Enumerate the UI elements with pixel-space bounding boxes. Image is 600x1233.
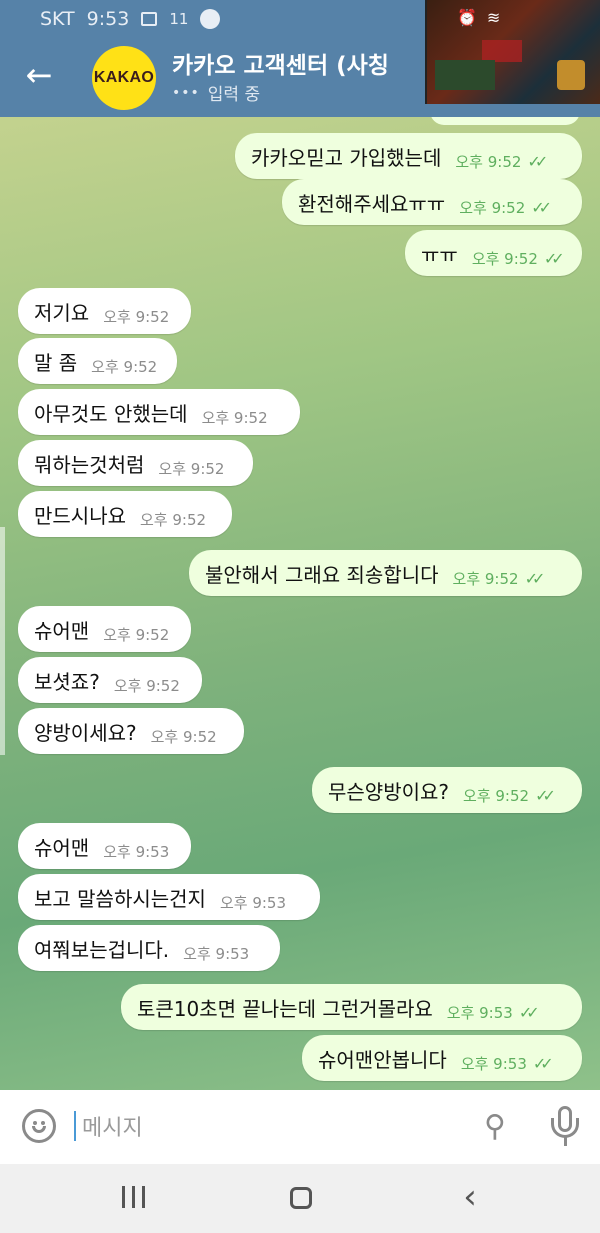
message-text: 여쭤보는겁니다. [34,937,170,962]
microphone-icon[interactable] [548,1106,582,1148]
alarm-icon: ⏰ [457,8,477,27]
message-bubble[interactable]: ㅠㅠ 오후 9:52 ✓✓ [405,230,582,276]
message-text: 슈어맨안봅니다 [318,1047,447,1072]
message-time: 오후 9:52 [452,569,519,588]
nav-back-icon[interactable]: ‹ [450,1180,490,1216]
message-time: 오후 9:53 [446,1003,513,1022]
message-text: 카카오믿고 가입했는데 [251,145,442,170]
message-text: 불안해서 그래요 죄송합니다 [205,562,439,587]
read-check-icon: ✓✓ [524,568,546,588]
message-time: 오후 9:53 [103,842,170,861]
message-bubble[interactable]: 저기요 오후 9:52 [18,288,191,334]
typing-status: ••• 입력 중 [172,80,261,106]
message-time: 오후 9:52 [113,676,180,695]
message-input[interactable] [80,1108,444,1148]
message-bubble[interactable]: 카카오믿고 가입했는데 오후 9:52 ✓✓ [235,133,582,179]
message-bubble[interactable]: 슈어맨안봅니다 오후 9:53 ✓✓ [302,1035,582,1081]
message-bubble[interactable]: 아무것도 안했는데 오후 9:52 [18,389,300,435]
carrier: SKT [40,8,75,30]
message-bubble[interactable]: 보셧죠? 오후 9:52 [18,657,202,703]
overlay-graphic [435,60,495,90]
partial-message-bubble [430,117,580,125]
message-bubble[interactable]: 보고 말씀하시는건지 오후 9:53 [18,874,320,920]
message-text: 양방이세요? [34,720,137,745]
message-time: 오후 9:52 [103,307,170,326]
message-text: 슈어맨 [34,618,90,643]
video-overlay-thumbnail[interactable]: ⏰ ≋ [425,0,600,104]
message-bubble[interactable]: 뭐하는것처럼 오후 9:52 [18,440,253,486]
message-text: ㅠㅠ [421,242,458,267]
read-check-icon: ✓✓ [518,1002,540,1022]
message-text: 환전해주세요ㅠㅠ [298,191,446,216]
read-check-icon: ✓✓ [535,785,556,805]
text-cursor [74,1111,76,1141]
message-bubble[interactable]: 여쭤보는겁니다. 오후 9:53 [18,925,280,971]
message-text: 보셧죠? [34,669,100,694]
system-nav-bar: ‹ [0,1164,600,1233]
message-time: 오후 9:52 [463,786,530,805]
read-check-icon: ✓✓ [527,151,548,171]
typing-label: 입력 중 [207,85,261,105]
avatar-label: KAKAO [93,69,155,86]
message-bubble[interactable]: 슈어맨 오후 9:52 [18,606,191,652]
message-time: 오후 9:52 [471,249,538,268]
message-text: 뭐하는것처럼 [34,452,145,477]
message-time: 오후 9:52 [150,727,217,746]
status-bar: SKT 9:53 11 [40,6,221,32]
message-text: 만드시나요 [34,503,126,528]
message-time: 오후 9:53 [460,1054,527,1073]
message-time: 오후 9:52 [140,510,207,529]
message-bubble[interactable]: 환전해주세요ㅠㅠ 오후 9:52 ✓✓ [282,179,582,225]
message-time: 오후 9:52 [91,357,158,376]
wifi-icon: ≋ [486,8,501,27]
emoji-icon[interactable] [22,1109,56,1143]
message-text: 보고 말씀하시는건지 [34,886,206,911]
back-arrow-icon[interactable]: ← [22,58,56,92]
avatar[interactable]: KAKAO [92,46,156,110]
recent-apps-icon[interactable] [114,1180,154,1216]
message-time: 오후 9:53 [183,944,250,963]
scroll-indicator[interactable] [0,527,5,755]
overlay-graphic [482,40,522,62]
overlay-status-icons: ⏰ ≋ [457,8,500,27]
read-check-icon: ✓✓ [531,197,552,217]
message-text: 무슨양방이요? [328,779,450,804]
message-text: 저기요 [34,300,90,325]
message-time: 오후 9:52 [201,408,268,427]
message-text: 슈어맨 [34,835,90,860]
message-time: 오후 9:53 [219,893,287,912]
message-text: 아무것도 안했는데 [34,401,188,426]
message-composer: ⚲ [0,1090,600,1164]
attach-icon[interactable]: ⚲ [478,1108,512,1146]
message-time: 오후 9:52 [103,625,170,644]
message-text: 말 좀 [34,350,78,375]
message-time: 오후 9:52 [459,198,526,217]
message-time: 오후 9:52 [158,459,225,478]
message-bubble[interactable]: 양방이세요? 오후 9:52 [18,708,244,754]
home-icon[interactable] [282,1180,322,1216]
message-bubble[interactable]: 말 좀 오후 9:52 [18,338,177,384]
message-bubble[interactable]: 불안해서 그래요 죄송합니다 오후 9:52 ✓✓ [189,550,582,596]
message-text: 토큰10초면 끝나는데 그런거몰라요 [137,996,433,1021]
message-bubble[interactable]: 슈어맨 오후 9:53 [18,823,191,869]
message-bubble[interactable]: 만드시나요 오후 9:52 [18,491,232,537]
message-bubble[interactable]: 토큰10초면 끝나는데 그런거몰라요 오후 9:53 ✓✓ [121,984,582,1030]
message-bubble[interactable]: 무슨양방이요? 오후 9:52 ✓✓ [312,767,582,813]
typing-dots-icon: ••• [172,84,200,101]
top-bar: SKT 9:53 11 ← KAKAO 카카오 고객센터 (사칭 ••• 입력 … [0,0,600,117]
overlay-graphic [557,60,585,90]
gallery-icon [141,12,158,26]
app-notification-icon [200,9,221,29]
chat-area[interactable]: 카카오믿고 가입했는데 오후 9:52 ✓✓ 환전해주세요ㅠㅠ 오후 9:52 … [0,117,600,1090]
read-check-icon: ✓✓ [532,1053,554,1073]
notification-count: 11 [169,10,189,28]
clock: 9:53 [86,8,130,30]
chat-title[interactable]: 카카오 고객센터 (사칭 [172,46,422,78]
message-time: 오후 9:52 [455,152,522,171]
read-check-icon: ✓✓ [543,248,565,268]
